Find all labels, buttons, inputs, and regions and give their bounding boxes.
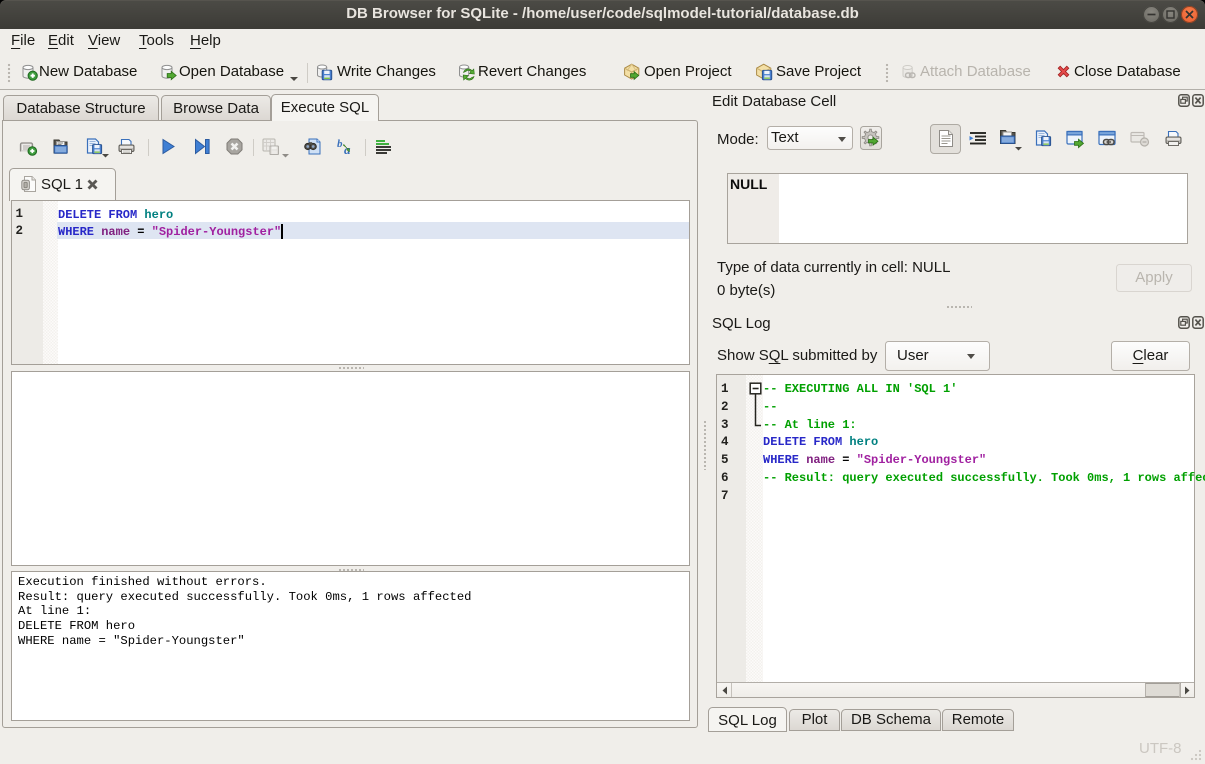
svg-text:b: b <box>337 138 343 150</box>
